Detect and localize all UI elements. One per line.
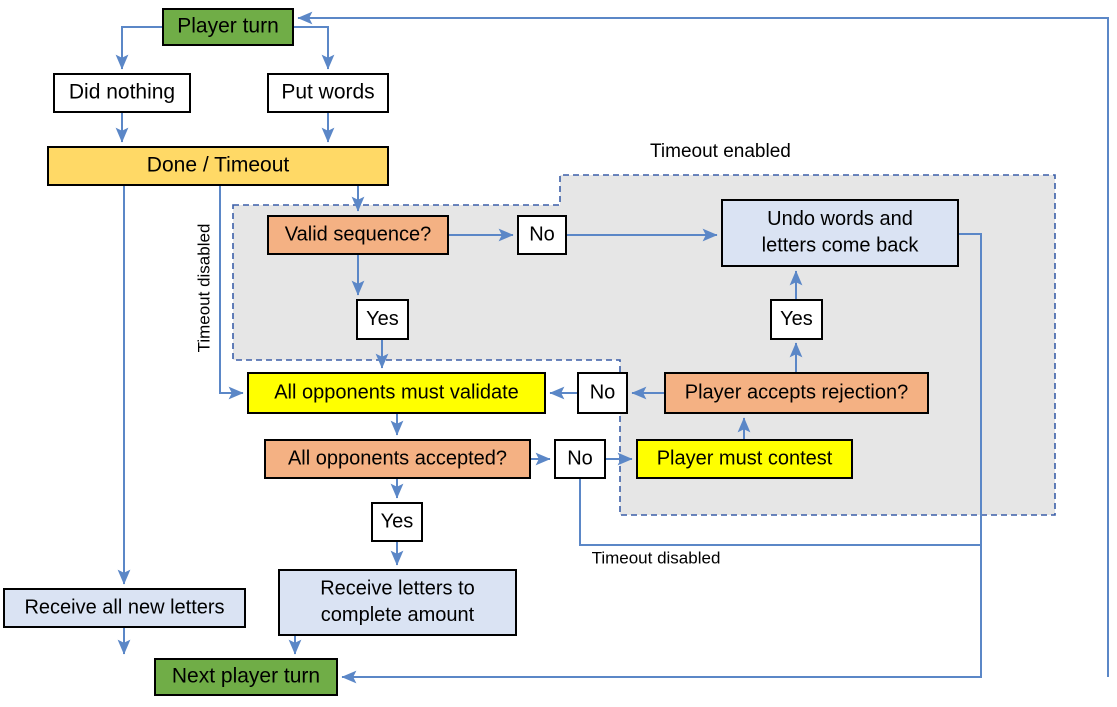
node-label-receive-letters-complete: Receive letters to [320,577,475,599]
zone-labels-layer: Timeout enabled [650,141,791,162]
node-undo-words[interactable]: Undo words and letters come back [721,199,959,267]
node-label-yes-valid-sequence: Yes [366,308,399,330]
node-label-undo-words: Undo words and [767,208,913,230]
node-label-undo-words: letters come back [762,235,920,257]
node-receive-all-new-letters[interactable]: Receive all new letters [3,588,246,628]
node-done-timeout[interactable]: Done / Timeout [47,146,389,186]
label-timeout-disabled-left: Timeout disabled [194,224,213,353]
node-no-opponents-accepted[interactable]: No [554,439,606,479]
flowchart-canvas: Timeout enabled Timeout disabled Timeout … [0,0,1117,707]
node-no-accepts-rejection[interactable]: No [577,372,628,414]
node-no-valid-sequence[interactable]: No [517,215,567,255]
node-label-all-opponents-accepted: All opponents accepted? [288,447,507,469]
node-label-no-valid-sequence: No [529,223,555,245]
node-next-player-turn[interactable]: Next player turn [154,658,338,696]
node-label-no-opponents-accepted: No [567,447,593,469]
zone-label: Timeout enabled [650,141,791,162]
node-label-put-words: Put words [281,81,374,104]
node-yes-accepts-rejection[interactable]: Yes [770,299,823,340]
node-label-valid-sequence: Valid sequence? [285,223,431,245]
node-label-yes-opponents-accepted: Yes [381,510,414,532]
edge-player-turn-to-did-nothing [115,26,163,70]
node-label-no-accepts-rejection: No [590,381,616,403]
node-label-did-nothing: Did nothing [69,81,175,104]
node-player-turn[interactable]: Player turn [162,8,294,46]
node-label-all-opponents-must-validate: All opponents must validate [274,381,519,403]
node-all-opponents-must-validate[interactable]: All opponents must validate [247,372,546,414]
node-label-player-turn: Player turn [177,15,279,38]
node-all-opponents-accepted[interactable]: All opponents accepted? [264,439,531,479]
node-label-receive-letters-complete: complete amount [321,604,475,626]
node-label-player-accepts-rejection: Player accepts rejection? [685,381,908,403]
node-player-accepts-rejection[interactable]: Player accepts rejection? [664,372,929,414]
node-valid-sequence[interactable]: Valid sequence? [267,215,449,255]
node-yes-valid-sequence[interactable]: Yes [356,299,409,340]
node-label-receive-all-new-letters: Receive all new letters [24,596,224,618]
node-label-player-must-contest: Player must contest [657,447,833,469]
node-put-words[interactable]: Put words [267,73,389,113]
label-timeout-disabled-bottom: Timeout disabled [592,548,721,567]
node-label-done-timeout: Done / Timeout [147,154,290,177]
node-did-nothing[interactable]: Did nothing [53,73,191,113]
node-label-next-player-turn: Next player turn [172,665,320,688]
node-player-must-contest[interactable]: Player must contest [636,439,853,479]
node-yes-opponents-accepted[interactable]: Yes [371,502,423,542]
node-receive-letters-complete[interactable]: Receive letters to complete amount [278,569,517,636]
node-label-yes-accepts-rejection: Yes [780,308,813,330]
edge-player-turn-to-put-words [293,26,335,70]
flowchart-svg: Timeout enabled Timeout disabled Timeout … [3,8,1109,696]
